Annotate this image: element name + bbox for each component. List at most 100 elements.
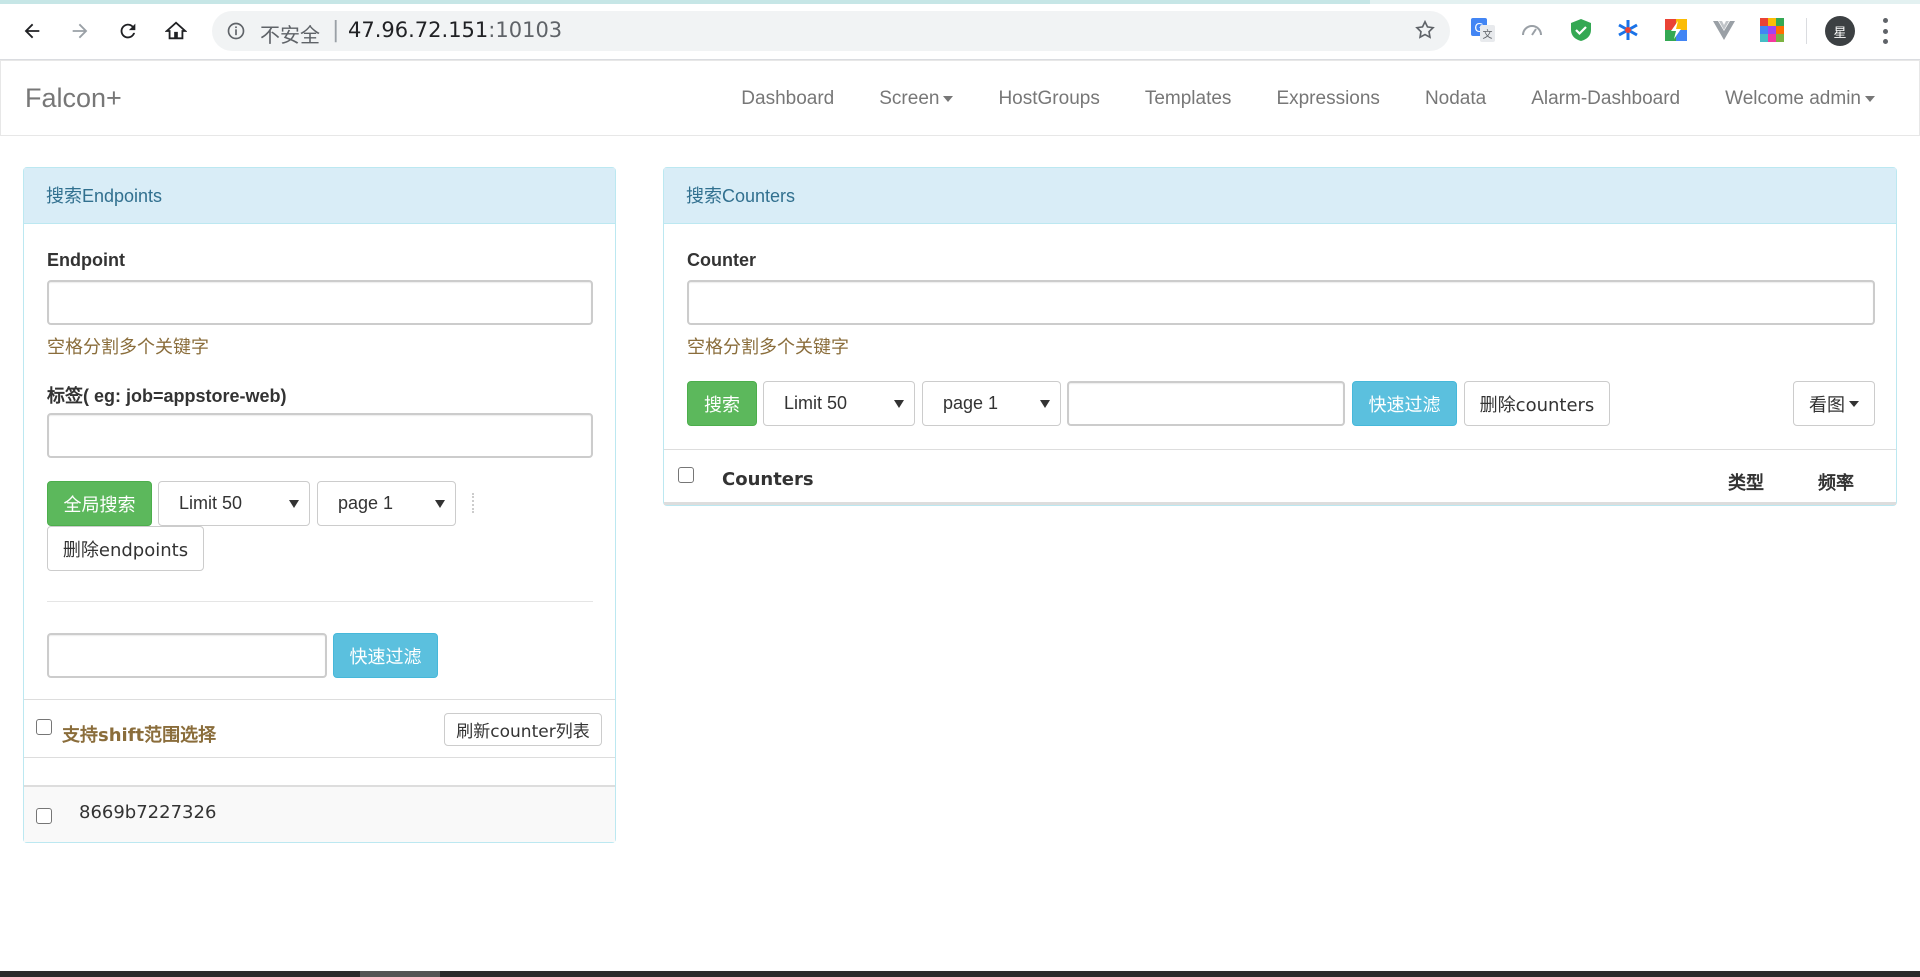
divider <box>24 757 615 758</box>
caret-down-icon <box>1849 400 1859 407</box>
url-port: :10103 <box>488 18 563 42</box>
view-chart-button[interactable]: 看图 <box>1793 381 1875 426</box>
toolbar-separator <box>472 493 474 513</box>
select-value: page 1 <box>338 493 394 513</box>
counters-select-all-checkbox[interactable] <box>678 467 694 483</box>
select-value: page 1 <box>943 393 999 413</box>
counters-panel: 搜索Counters Counter 空格分割多个关键字 搜索 Limit 50… <box>663 167 1897 506</box>
color-grid-extension-icon[interactable] <box>1759 17 1785 43</box>
shift-select-checkbox[interactable] <box>36 719 52 735</box>
forward-button[interactable] <box>62 13 98 49</box>
divider <box>664 449 1896 450</box>
bookmark-star-icon[interactable] <box>1414 19 1436 45</box>
endpoint-quick-filter-button[interactable]: 快速过滤 <box>333 633 438 678</box>
url-text: 47.96.72.151:10103 <box>348 18 562 42</box>
tag-label: 标签( eg: job=appstore-web) <box>47 386 287 406</box>
table-header-border <box>664 502 1896 505</box>
profile-avatar[interactable]: 星 <box>1825 16 1855 46</box>
divider <box>47 601 593 602</box>
table-row[interactable]: 8669b7227326 <box>24 787 615 842</box>
shield-extension-icon[interactable] <box>1568 17 1594 43</box>
translate-extension-icon[interactable]: G文 <box>1470 17 1496 43</box>
endpoint-label: Endpoint <box>47 250 125 270</box>
shift-select-label: 支持shift范围选择 <box>62 725 217 746</box>
brand-logo[interactable]: Falcon+ <box>25 83 122 114</box>
speed-gauge-extension-icon[interactable] <box>1519 17 1545 43</box>
nav-alarm-dashboard[interactable]: Alarm-Dashboard <box>1531 88 1680 110</box>
nav-nodata[interactable]: Nodata <box>1425 88 1486 110</box>
caret-down-icon <box>943 95 954 102</box>
browser-toolbar: 不安全 | 47.96.72.151:10103 G文 星 <box>0 0 1920 60</box>
vue-devtools-extension-icon[interactable] <box>1711 17 1737 43</box>
nav-label: HostGroups <box>998 88 1100 109</box>
counter-filter-input[interactable] <box>1067 381 1345 426</box>
caret-down-icon <box>1865 95 1875 102</box>
counter-label: Counter <box>687 250 756 270</box>
address-bar[interactable]: 不安全 | 47.96.72.151:10103 <box>212 11 1450 51</box>
home-button[interactable] <box>158 13 194 49</box>
tab-strip-edge-right <box>1370 0 1920 4</box>
dropdown-arrow-icon <box>289 500 299 508</box>
asterisk-extension-icon[interactable] <box>1615 17 1641 43</box>
frequency-column-header[interactable]: 频率 <box>1818 469 1854 495</box>
search-all-button[interactable]: 全局搜索 <box>47 481 152 526</box>
nav-dashboard[interactable]: Dashboard <box>741 88 834 110</box>
endpoint-name: 8669b7227326 <box>79 802 217 823</box>
insecure-label: 不安全 <box>260 23 320 47</box>
dropdown-arrow-icon <box>1040 400 1050 408</box>
endpoints-panel: 搜索Endpoints Endpoint 空格分割多个关键字 标签( eg: j… <box>23 167 616 843</box>
counters-panel-title: 搜索Counters <box>664 168 1896 224</box>
counter-input[interactable] <box>687 280 1875 325</box>
counter-page-select[interactable]: page 1 <box>922 381 1061 426</box>
dropdown-arrow-icon <box>435 500 445 508</box>
nav-user-menu[interactable]: Welcome admin <box>1725 88 1875 110</box>
endpoint-help-text: 空格分割多个关键字 <box>47 337 209 358</box>
endpoints-panel-title: 搜索Endpoints <box>24 168 615 224</box>
reload-icon <box>120 23 136 39</box>
counter-quick-filter-button[interactable]: 快速过滤 <box>1352 381 1457 426</box>
toolbar-divider <box>1806 18 1807 44</box>
arrow-right-icon <box>72 23 88 39</box>
lightning-extension-icon[interactable] <box>1663 17 1689 43</box>
counter-limit-select[interactable]: Limit 50 <box>763 381 915 426</box>
endpoint-row-checkbox[interactable] <box>36 808 52 824</box>
nav-label: Welcome admin <box>1725 88 1861 109</box>
nav-screen[interactable]: Screen <box>879 88 954 110</box>
nav-expressions[interactable]: Expressions <box>1276 88 1380 110</box>
url-separator: | <box>332 18 340 43</box>
nav-templates[interactable]: Templates <box>1145 88 1232 110</box>
nav-label: Nodata <box>1424 88 1487 109</box>
endpoint-input[interactable] <box>47 280 593 325</box>
endpoint-limit-select[interactable]: Limit 50 <box>158 481 310 526</box>
reload-button[interactable] <box>110 13 146 49</box>
select-value: Limit 50 <box>179 493 243 513</box>
nav-label: Alarm-Dashboard <box>1531 88 1681 109</box>
nav-hostgroups[interactable]: HostGroups <box>998 88 1099 110</box>
counter-search-button[interactable]: 搜索 <box>687 381 757 426</box>
counters-column-header[interactable]: Counters <box>722 469 814 490</box>
endpoint-page-select[interactable]: page 1 <box>317 481 456 526</box>
delete-endpoints-button[interactable]: 删除endpoints <box>47 526 204 571</box>
delete-counters-button[interactable]: 删除counters <box>1464 381 1610 426</box>
type-column-header[interactable]: 类型 <box>1728 469 1764 495</box>
chrome-menu-icon[interactable] <box>1880 18 1890 44</box>
endpoint-filter-input[interactable] <box>47 633 327 678</box>
info-icon[interactable] <box>226 21 246 45</box>
app-navbar: Falcon+ Dashboard Screen HostGroups Temp… <box>0 60 1920 136</box>
nav-label: Templates <box>1144 88 1232 109</box>
select-value: Limit 50 <box>784 393 848 413</box>
back-button[interactable] <box>14 13 50 49</box>
counter-help-text: 空格分割多个关键字 <box>687 337 849 358</box>
nav-label: Screen <box>879 88 940 109</box>
dropdown-arrow-icon <box>894 400 904 408</box>
divider <box>24 699 615 700</box>
arrow-left-icon <box>24 23 40 39</box>
home-icon <box>165 21 187 40</box>
profile-initial: 星 <box>1833 25 1847 41</box>
tag-input[interactable] <box>47 413 593 458</box>
tab-strip-edge <box>0 0 1370 4</box>
refresh-counter-list-button[interactable]: 刷新counter列表 <box>444 713 602 746</box>
nav-label: Expressions <box>1276 88 1380 109</box>
view-chart-label: 看图 <box>1809 394 1845 416</box>
svg-text:文: 文 <box>1483 28 1493 41</box>
